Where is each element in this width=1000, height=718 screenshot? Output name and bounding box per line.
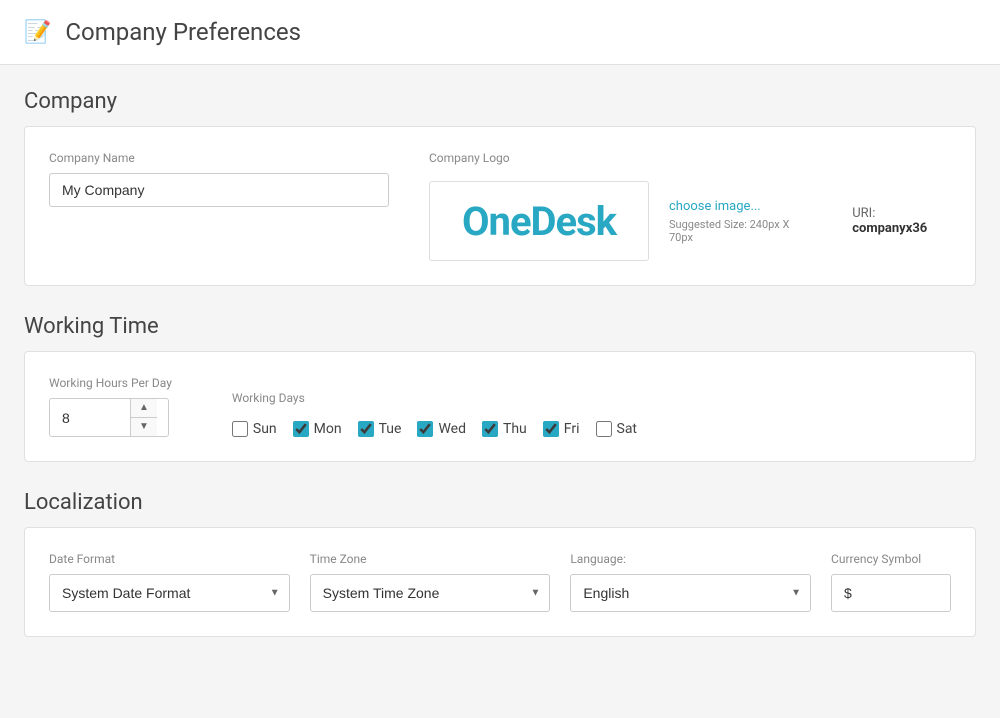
- day-checkbox-fri[interactable]: [543, 421, 559, 437]
- day-label-fri: Fri: [564, 421, 580, 437]
- choose-image-link[interactable]: choose image...: [669, 199, 812, 214]
- day-checkbox-wed[interactable]: [417, 421, 433, 437]
- uri-info: URI: companyx36: [852, 206, 951, 236]
- uri-value: companyx36: [852, 221, 927, 236]
- working-time-inner: Working Hours Per Day ▲ ▼ Working Days S…: [49, 376, 951, 437]
- working-time-section-title: Working Time: [24, 314, 976, 339]
- language-select[interactable]: EnglishFrenchSpanishGerman: [570, 574, 811, 612]
- hours-input[interactable]: [50, 402, 130, 434]
- day-label-thu: Thu: [503, 421, 527, 437]
- localization-card: Date Format System Date FormatMM/DD/YYYY…: [24, 527, 976, 637]
- spinner-buttons: ▲ ▼: [130, 399, 157, 436]
- date-format-select[interactable]: System Date FormatMM/DD/YYYYDD/MM/YYYYYY…: [49, 574, 290, 612]
- logo-container: OneDesk: [429, 181, 649, 261]
- day-item-sat: Sat: [596, 421, 638, 437]
- spinner-up-button[interactable]: ▲: [131, 399, 157, 418]
- suggested-size: Suggested Size: 240px X 70px: [669, 218, 812, 244]
- date-format-select-wrapper: System Date FormatMM/DD/YYYYDD/MM/YYYYYY…: [49, 574, 290, 612]
- company-logo-label: Company Logo: [429, 151, 951, 165]
- day-item-thu: Thu: [482, 421, 527, 437]
- language-label: Language:: [570, 552, 811, 566]
- hours-col: Working Hours Per Day ▲ ▼: [49, 376, 172, 437]
- days-col: Working Days Sun Mon Tue Wed Thu Fri Sat: [232, 391, 637, 437]
- hours-label: Working Hours Per Day: [49, 376, 172, 390]
- logo-actions: choose image... Suggested Size: 240px X …: [669, 199, 812, 244]
- time-zone-select[interactable]: System Time ZoneUTCGMTESTPST: [310, 574, 551, 612]
- currency-col: Currency Symbol: [831, 552, 951, 612]
- company-card: Company Name Company Logo OneDesk choose…: [24, 126, 976, 286]
- time-zone-select-wrapper: System Time ZoneUTCGMTESTPST ▼: [310, 574, 551, 612]
- company-section-title: Company: [24, 89, 976, 114]
- spinner-down-button[interactable]: ▼: [131, 418, 157, 436]
- days-checkboxes: Sun Mon Tue Wed Thu Fri Sat: [232, 421, 637, 437]
- day-checkbox-mon[interactable]: [293, 421, 309, 437]
- currency-input[interactable]: [831, 574, 951, 612]
- day-label-mon: Mon: [314, 421, 342, 437]
- logo-label-container: Company Logo OneDesk choose image... Sug…: [429, 151, 951, 261]
- page-header: 📝 Company Preferences: [0, 0, 1000, 65]
- day-item-sun: Sun: [232, 421, 277, 437]
- logo-text: OneDesk: [462, 198, 616, 245]
- day-checkbox-thu[interactable]: [482, 421, 498, 437]
- day-label-tue: Tue: [379, 421, 402, 437]
- localization-section-title: Localization: [24, 490, 976, 515]
- company-logo-col: Company Logo OneDesk choose image... Sug…: [429, 151, 951, 261]
- time-zone-label: Time Zone: [310, 552, 551, 566]
- day-label-sat: Sat: [617, 421, 638, 437]
- page-content: Company Company Name Company Logo OneDes…: [0, 65, 1000, 689]
- days-label: Working Days: [232, 391, 637, 405]
- date-format-label: Date Format: [49, 552, 290, 566]
- day-checkbox-tue[interactable]: [358, 421, 374, 437]
- language-col: Language: EnglishFrenchSpanishGerman ▼: [570, 552, 811, 612]
- company-name-label: Company Name: [49, 151, 389, 165]
- company-name-input[interactable]: [49, 173, 389, 207]
- day-label-wed: Wed: [438, 421, 466, 437]
- day-item-wed: Wed: [417, 421, 466, 437]
- currency-label: Currency Symbol: [831, 552, 951, 566]
- page-header-icon: 📝: [24, 20, 51, 45]
- localization-inner: Date Format System Date FormatMM/DD/YYYY…: [49, 552, 951, 612]
- day-item-fri: Fri: [543, 421, 580, 437]
- date-format-col: Date Format System Date FormatMM/DD/YYYY…: [49, 552, 290, 612]
- day-checkbox-sat[interactable]: [596, 421, 612, 437]
- day-item-mon: Mon: [293, 421, 342, 437]
- company-card-inner: Company Name Company Logo OneDesk choose…: [49, 151, 951, 261]
- day-label-sun: Sun: [253, 421, 277, 437]
- day-item-tue: Tue: [358, 421, 402, 437]
- hours-input-wrapper: ▲ ▼: [49, 398, 169, 437]
- uri-label: URI:: [852, 206, 875, 221]
- working-time-card: Working Hours Per Day ▲ ▼ Working Days S…: [24, 351, 976, 462]
- time-zone-col: Time Zone System Time ZoneUTCGMTESTPST ▼: [310, 552, 551, 612]
- page-title: Company Preferences: [65, 18, 301, 46]
- company-name-col: Company Name: [49, 151, 389, 207]
- day-checkbox-sun[interactable]: [232, 421, 248, 437]
- language-select-wrapper: EnglishFrenchSpanishGerman ▼: [570, 574, 811, 612]
